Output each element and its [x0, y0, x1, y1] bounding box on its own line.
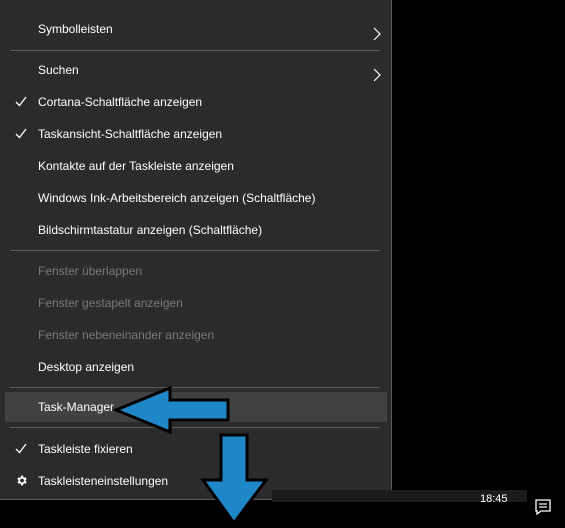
menu-item-label: Fenster überlappen [38, 264, 143, 278]
menu-item-label: Bildschirmtastatur anzeigen (Schaltfläch… [38, 223, 263, 237]
menu-item-contacts[interactable]: Kontakte auf der Taskleiste anzeigen [5, 151, 387, 181]
menu-item-suchen[interactable]: Suchen [5, 55, 387, 85]
taskbar-clock[interactable]: 18:45 [480, 493, 508, 505]
menu-item-label: Task-Manager [38, 400, 115, 414]
menu-item-label: Symbolleisten [38, 22, 113, 36]
checkmark-icon [15, 87, 31, 117]
menu-item-label: Fenster gestapelt anzeigen [38, 296, 183, 310]
taskbar: 18:45 [272, 490, 565, 528]
menu-item-lock-taskbar[interactable]: Taskleiste fixieren [5, 434, 387, 464]
menu-item-stack-windows: Fenster gestapelt anzeigen [5, 288, 387, 318]
menu-item-label: Taskansicht-Schaltfläche anzeigen [38, 127, 223, 141]
menu-item-cortana-button[interactable]: Cortana-Schaltfläche anzeigen [5, 87, 387, 117]
arrow-down-icon [200, 433, 269, 526]
action-center-icon[interactable] [534, 498, 552, 516]
gear-icon [15, 466, 31, 496]
menu-item-task-view-button[interactable]: Taskansicht-Schaltfläche anzeigen [5, 119, 387, 149]
menu-item-label: Kontakte auf der Taskleiste anzeigen [38, 159, 234, 173]
menu-separator [10, 50, 380, 51]
menu-item-label: Taskleiste fixieren [38, 442, 133, 456]
menu-item-windows-ink[interactable]: Windows Ink-Arbeitsbereich anzeigen (Sch… [5, 183, 387, 213]
menu-item-label: Cortana-Schaltfläche anzeigen [38, 95, 203, 109]
menu-item-label: Windows Ink-Arbeitsbereich anzeigen (Sch… [38, 191, 316, 205]
arrow-left-icon [113, 386, 230, 435]
menu-item-label: Taskleisteneinstellungen [38, 474, 169, 488]
menu-separator [10, 250, 380, 251]
chevron-right-icon [373, 22, 381, 52]
checkmark-icon [15, 434, 31, 464]
menu-item-side-by-side-windows: Fenster nebeneinander anzeigen [5, 320, 387, 350]
menu-item-label: Desktop anzeigen [38, 360, 135, 374]
menu-item-show-desktop[interactable]: Desktop anzeigen [5, 352, 387, 382]
checkmark-icon [15, 119, 31, 149]
menu-item-touch-keyboard[interactable]: Bildschirmtastatur anzeigen (Schaltfläch… [5, 215, 387, 245]
menu-item-cascade-windows: Fenster überlappen [5, 256, 387, 286]
menu-item-label: Suchen [38, 63, 79, 77]
menu-item-symbolleisten[interactable]: Symbolleisten [5, 14, 387, 44]
menu-item-label: Fenster nebeneinander anzeigen [38, 328, 215, 342]
